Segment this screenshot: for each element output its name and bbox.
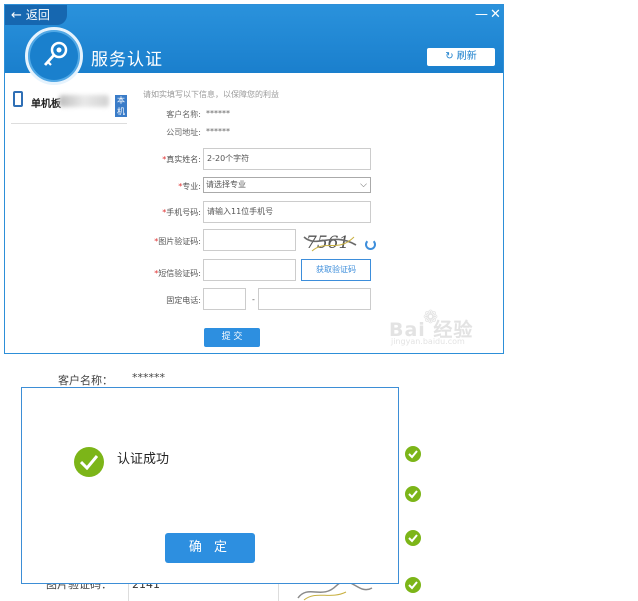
minimize-button[interactable]: — [475, 7, 488, 22]
dialog-message: 认证成功 [117, 452, 170, 467]
sms-code-input[interactable] [203, 259, 296, 281]
major-label: *专业: [178, 182, 201, 191]
phone-label: *手机号码: [162, 208, 201, 217]
refresh-label: 刷新 [456, 51, 477, 62]
chevron-down-icon: ⌵ [360, 180, 367, 190]
company-label: 公司地址: [166, 128, 201, 137]
company-value: ****** [206, 127, 230, 136]
service-auth-window: ← 返回 — ✕ 服务认证 ↻ 刷新 单机板 本机 请如实填写以下信息，以保障您的… [4, 4, 504, 354]
key-logo-icon [25, 27, 83, 85]
sidebar-item-label: 单机板 [31, 99, 61, 110]
customer-value: ****** [206, 109, 230, 118]
back-label: 返回 [25, 8, 50, 22]
landline-number-input[interactable] [258, 288, 371, 310]
page-title: 服务认证 [91, 50, 163, 70]
check-icon [405, 486, 421, 502]
back-button[interactable]: ← 返回 [5, 5, 67, 25]
landline-dash: - [252, 295, 255, 304]
phone-icon [13, 91, 23, 107]
watermark-url: jingyan.baidu.com [391, 337, 465, 346]
confirm-button[interactable]: 确 定 [165, 533, 255, 563]
sidebar-divider [11, 123, 127, 124]
get-sms-code-button[interactable]: 获取验证码 [301, 259, 371, 281]
refresh-button[interactable]: ↻ 刷新 [427, 48, 495, 66]
sidebar-item-device[interactable]: 单机板 本机 [11, 91, 127, 117]
check-icon [405, 577, 421, 593]
major-select-value: 请选择专业 [206, 180, 246, 189]
close-button[interactable]: ✕ [490, 7, 501, 22]
check-icon [405, 446, 421, 462]
bg-captcha-fragment [297, 582, 373, 601]
sidebar-item-tag: 本机 [115, 95, 127, 117]
image-code-label: *图片验证码: [154, 237, 201, 246]
refresh-captcha-icon[interactable] [365, 239, 376, 250]
major-select[interactable]: 请选择专业 ⌵ [203, 177, 371, 193]
check-icon [405, 530, 421, 546]
refresh-icon: ↻ [445, 51, 454, 62]
bg-customer-value: ****** [132, 371, 165, 384]
success-dialog: 认证成功 确 定 [21, 387, 399, 584]
captcha-image[interactable]: 7561 [302, 229, 362, 255]
watermark: ❁ Bai 经验 jingyan.baidu.com [389, 307, 481, 347]
bg-input-border [128, 584, 129, 601]
landline-area-input[interactable] [203, 288, 246, 310]
real-name-input[interactable]: 2-20个字符 [203, 148, 371, 170]
bg-input-border [278, 584, 279, 601]
blurred-device-name [59, 95, 109, 107]
landline-label: 固定电话: [166, 296, 201, 305]
phone-input[interactable]: 请输入11位手机号 [203, 201, 371, 223]
form-hint: 请如实填写以下信息，以保障您的利益 [143, 90, 279, 99]
arrow-left-icon: ← [11, 8, 22, 23]
name-label: *真实姓名: [162, 155, 201, 164]
image-code-input[interactable] [203, 229, 296, 251]
window-header: ← 返回 — ✕ 服务认证 ↻ 刷新 [5, 5, 503, 85]
sms-code-label: *短信验证码: [154, 269, 201, 278]
bg-customer-label: 客户名称： [58, 374, 113, 387]
customer-label: 客户名称: [166, 110, 201, 119]
submit-button[interactable]: 提 交 [204, 328, 260, 347]
success-check-icon [74, 447, 104, 477]
